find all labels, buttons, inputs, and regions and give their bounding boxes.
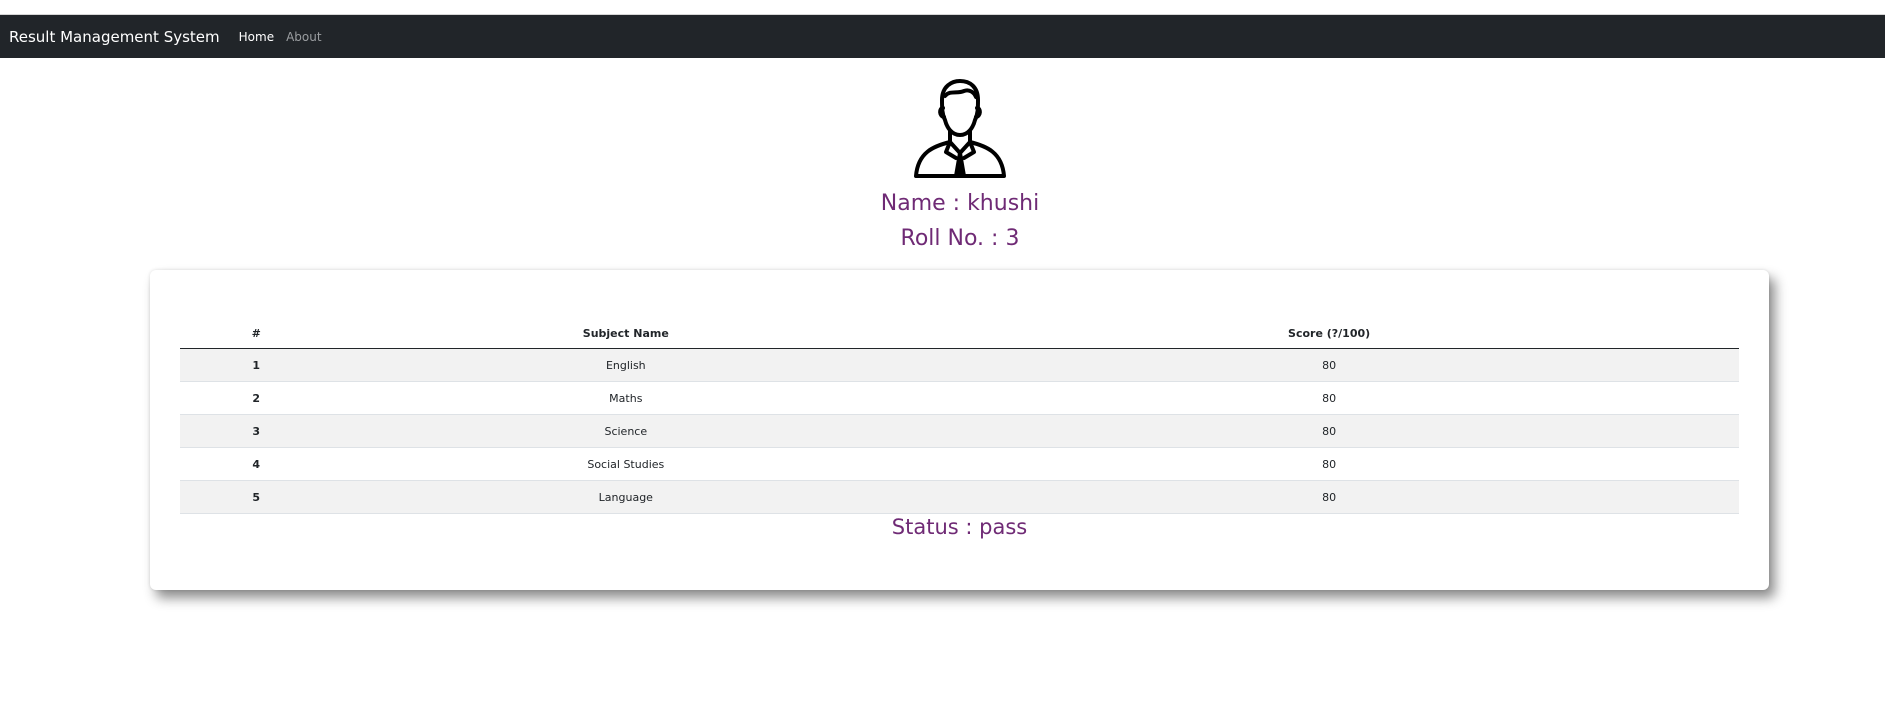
row-index: 1 [180, 348, 333, 382]
brand-title[interactable]: Result Management System [9, 28, 220, 46]
subject-name: Social Studies [332, 447, 920, 481]
student-profile: Name : khushi Roll No. : 3 [0, 58, 1885, 269]
subject-score: 80 [919, 414, 1739, 448]
table-header-row: # Subject Name Score (?/100) [180, 318, 1739, 349]
subject-name: Science [332, 414, 920, 448]
row-index: 2 [180, 381, 333, 415]
subject-score: 80 [919, 348, 1739, 382]
nav-home-link[interactable]: Home [239, 30, 274, 44]
subject-score: 80 [919, 381, 1739, 415]
browser-top-edge [0, 0, 1885, 15]
nav-about-link[interactable]: About [286, 30, 321, 44]
results-card: # Subject Name Score (?/100) 1 English 8… [150, 270, 1769, 590]
navbar: Result Management System Home About [0, 15, 1885, 58]
table-row: 5 Language 80 [180, 480, 1739, 514]
column-header-score: Score (?/100) [919, 318, 1739, 349]
column-header-subject: Subject Name [332, 318, 920, 349]
results-table: # Subject Name Score (?/100) 1 English 8… [180, 318, 1739, 514]
subject-name: Maths [332, 381, 920, 415]
row-index: 5 [180, 480, 333, 514]
row-index: 3 [180, 414, 333, 448]
student-roll-number: Roll No. : 3 [900, 226, 1020, 251]
subject-name: Language [332, 480, 920, 514]
subject-score: 80 [919, 480, 1739, 514]
table-row: 3 Science 80 [180, 414, 1739, 448]
row-index: 4 [180, 447, 333, 481]
result-status: Status : pass [891, 515, 1028, 539]
table-row: 2 Maths 80 [180, 381, 1739, 415]
column-header-index: # [180, 318, 333, 349]
subject-name: English [332, 348, 920, 382]
table-row: 4 Social Studies 80 [180, 447, 1739, 481]
person-icon [914, 79, 1006, 178]
table-row: 1 English 80 [180, 348, 1739, 382]
student-name: Name : khushi [880, 191, 1040, 216]
subject-score: 80 [919, 447, 1739, 481]
